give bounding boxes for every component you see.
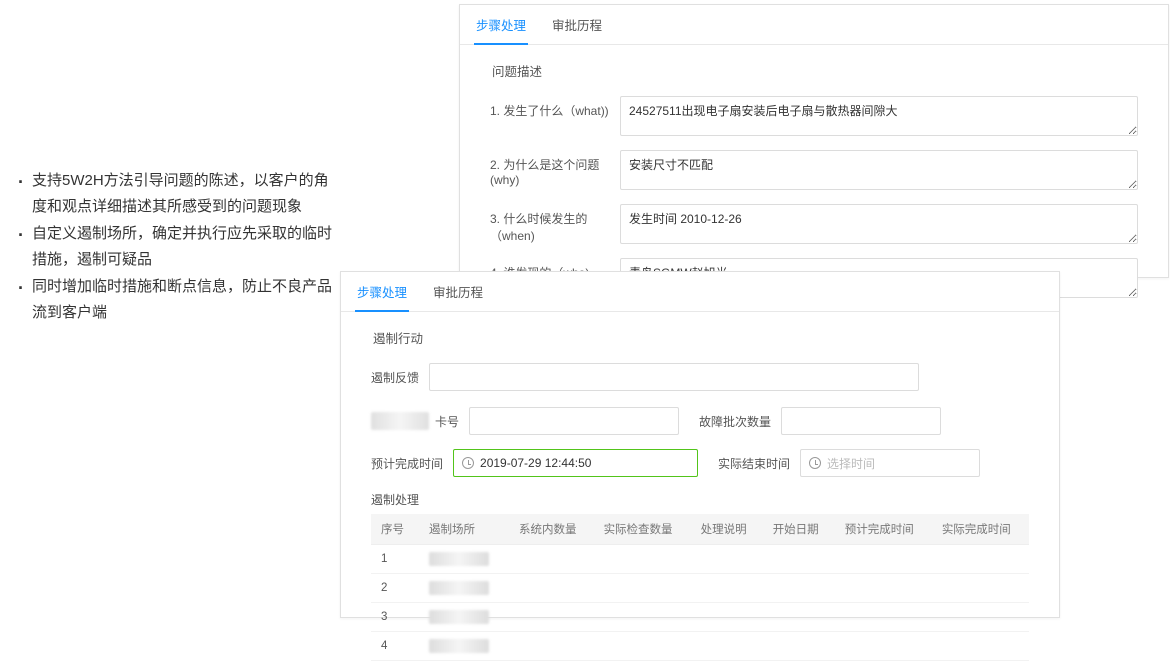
col-no: 序号 xyxy=(371,514,419,545)
note-item: 同时增加临时措施和断点信息，防止不良产品流到客户端 xyxy=(18,274,338,325)
real-finish-datetime[interactable]: 选择时间 xyxy=(800,449,980,477)
table-row[interactable]: 3 xyxy=(371,603,1029,632)
containment-feedback-label: 遏制反馈 xyxy=(371,369,419,386)
redacted-label xyxy=(371,412,429,430)
tabs-bottom: 步骤处理 审批历程 xyxy=(341,272,1059,312)
note-item: 自定义遏制场所，确定并执行应先采取的临时措施，遏制可疑品 xyxy=(18,221,338,272)
col-start: 开始日期 xyxy=(763,514,835,545)
card-no-input[interactable] xyxy=(469,407,679,435)
redacted-cell xyxy=(429,581,489,595)
redacted-cell xyxy=(429,610,489,624)
when-input[interactable] xyxy=(620,204,1138,244)
col-real: 实际完成时间 xyxy=(932,514,1029,545)
col-sysqty: 系统内数量 xyxy=(509,514,594,545)
clock-icon xyxy=(462,457,474,469)
containment-process-title: 遏制处理 xyxy=(371,491,1029,508)
tab-approval-history-2[interactable]: 审批历程 xyxy=(431,272,485,312)
why-label: 2. 为什么是这个问题(why) xyxy=(490,150,620,187)
problem-description-panel: 步骤处理 审批历程 问题描述 1. 发生了什么（what)) 2. 为什么是这个… xyxy=(459,4,1169,278)
containment-panel: 步骤处理 审批历程 遏制行动 遏制反馈 卡号 故障批次数量 预计完成时间 xyxy=(340,271,1060,618)
plan-finish-value: 2019-07-29 12:44:50 xyxy=(480,456,591,470)
real-finish-placeholder: 选择时间 xyxy=(827,455,875,472)
feature-notes: 支持5W2H方法引导问题的陈述，以客户的角度和观点详细描述其所感受到的问题现象 … xyxy=(18,168,338,327)
cell-no: 3 xyxy=(371,603,419,632)
table-row[interactable]: 4 xyxy=(371,632,1029,661)
cell-no: 2 xyxy=(371,574,419,603)
tab-approval-history[interactable]: 审批历程 xyxy=(550,5,604,45)
batch-qty-input[interactable] xyxy=(781,407,941,435)
containment-table: 序号 遏制场所 系统内数量 实际检查数量 处理说明 开始日期 预计完成时间 实际… xyxy=(371,514,1029,661)
tab-step-process-2[interactable]: 步骤处理 xyxy=(355,272,409,312)
when-label: 3. 什么时候发生的（when) xyxy=(490,204,620,244)
note-item: 支持5W2H方法引导问题的陈述，以客户的角度和观点详细描述其所感受到的问题现象 xyxy=(18,168,338,219)
col-plan: 预计完成时间 xyxy=(835,514,932,545)
problem-desc-title: 问题描述 xyxy=(492,61,1138,80)
plan-finish-label: 预计完成时间 xyxy=(371,455,443,472)
batch-qty-label: 故障批次数量 xyxy=(699,413,771,430)
table-row[interactable]: 2 xyxy=(371,574,1029,603)
why-input[interactable] xyxy=(620,150,1138,190)
what-label: 1. 发生了什么（what)) xyxy=(490,96,620,119)
col-place: 遏制场所 xyxy=(419,514,509,545)
plan-finish-datetime[interactable]: 2019-07-29 12:44:50 xyxy=(453,449,698,477)
redacted-cell xyxy=(429,639,489,653)
table-row[interactable]: 1 xyxy=(371,545,1029,574)
cell-no: 1 xyxy=(371,545,419,574)
containment-feedback-input[interactable] xyxy=(429,363,919,391)
cell-no: 4 xyxy=(371,632,419,661)
card-no-label: 卡号 xyxy=(435,413,459,430)
redacted-cell xyxy=(429,552,489,566)
tab-step-process[interactable]: 步骤处理 xyxy=(474,5,528,45)
col-checkqty: 实际检查数量 xyxy=(594,514,691,545)
containment-action-title: 遏制行动 xyxy=(373,328,1029,347)
col-desc: 处理说明 xyxy=(691,514,763,545)
real-finish-label: 实际结束时间 xyxy=(718,455,790,472)
clock-icon xyxy=(809,457,821,469)
what-input[interactable] xyxy=(620,96,1138,136)
tabs-top: 步骤处理 审批历程 xyxy=(460,5,1168,45)
